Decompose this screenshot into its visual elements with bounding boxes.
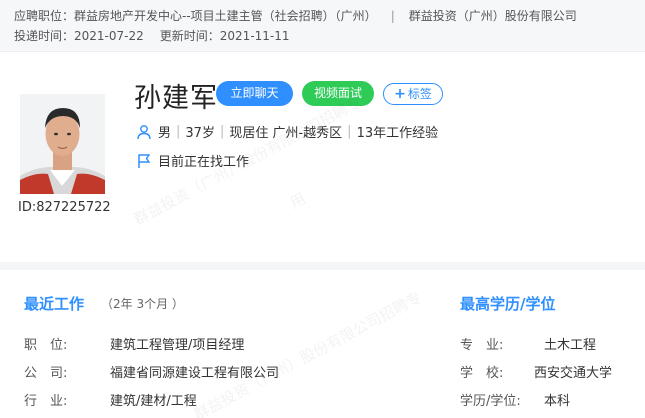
video-interview-button[interactable]: 视频面试 [302,81,374,106]
flag-icon [136,153,152,169]
candidate-job-status: 目前正在找工作 [136,151,249,170]
position-value: 群益房地产开发中心--项目土建主管（社会招聘）（广州） [74,9,377,23]
candidate-gender: 男 [158,126,172,141]
company-name: 群益投资（广州）股份有限公司 [408,9,577,23]
chat-now-button[interactable]: 立即聊天 [216,81,293,106]
candidate-residence: 现居住 广州-越秀区 [229,126,343,141]
education-title: 最高学历/学位 [460,295,556,313]
candidate-photo [20,94,105,194]
edu-school-value: 西安交通大学 [534,366,613,381]
recent-work-duration: （2年 3个月 ） [101,297,184,311]
plus-icon: + [394,86,406,102]
person-icon [136,124,152,140]
edu-degree-value: 本科 [544,394,571,409]
candidate-age: 37岁 [185,126,215,141]
application-dates-line: 投递时间：2021-07-22 更新时间：2021-11-11 [14,27,290,44]
job-status-text: 目前正在找工作 [158,155,250,170]
candidate-name: 孙建军 [134,83,218,114]
work-industry-value: 建筑/建材/工程 [110,394,197,409]
edu-major-label: 专 业: [460,338,504,353]
update-date: 2021-11-11 [219,29,290,43]
application-position-line: 应聘职位：群益房地产开发中心--项目土建主管（社会招聘）（广州） | 群益投资（广州… [14,7,577,24]
work-company-value: 福建省同源建设工程有限公司 [110,366,280,381]
candidate-id: ID:827225722 [18,200,111,215]
add-tag-button[interactable]: + 标签 [383,83,443,105]
delivery-date: 2021-07-22 [74,29,144,43]
candidate-profile: ID:827225722 孙建军 立即聊天 视频面试 + 标签 男 | 37岁 | 现居住… [0,52,645,262]
update-label: 更新时间： [159,29,220,43]
work-industry-label: 行 业: [24,394,68,409]
work-position-value: 建筑工程管理/项目经理 [110,338,245,353]
edu-degree-label: 学历/学位: [460,394,521,409]
candidate-basic-info: 男 | 37岁 | 现居住 广州-越秀区 | 13年工作经验 [136,122,438,141]
position-label: 应聘职位： [14,9,75,23]
header-separator: | [390,9,395,23]
tag-label: 标签 [407,87,432,101]
application-info-bar: 应聘职位：群益房地产开发中心--项目土建主管（社会招聘）（广州） | 群益投资（广州… [0,0,645,52]
work-company-label: 公 司: [24,366,68,381]
delivery-label: 投递时间： [14,29,75,43]
section-divider [0,262,645,270]
edu-major-value: 土木工程 [544,338,597,353]
candidate-experience: 13年工作经验 [356,126,439,141]
work-position-label: 职 位: [24,338,68,353]
edu-school-label: 学 校: [460,366,504,381]
recent-work-title: 最近工作 [24,295,85,313]
